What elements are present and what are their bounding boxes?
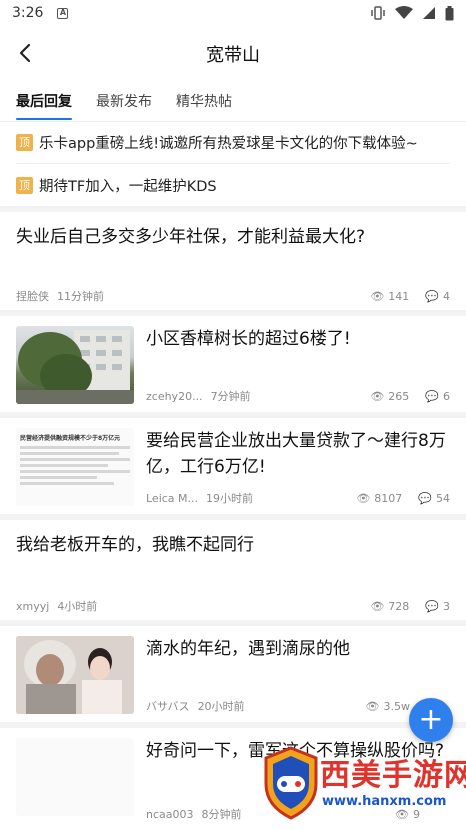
tab-featured[interactable]: 精华热帖 <box>176 82 232 122</box>
post-item[interactable]: 民营经济提供融资规模不少于8万亿元 要给民营企业放出大量贷款了～建行8万亿，工行… <box>0 418 466 520</box>
post-title: 滴水的年纪，遇到滴尿的他 <box>146 639 350 659</box>
pin-badge: 顶 <box>16 134 33 151</box>
tab-bar: 最后回复 最新发布 精华热帖 <box>0 82 466 122</box>
pin-badge: 顶 <box>16 176 33 194</box>
post-author: ncaa003 <box>146 807 194 821</box>
comment-count: 3 <box>443 599 450 613</box>
site-watermark: 西美手游网 www.hanxm.com <box>262 742 466 828</box>
status-time: 3:26 <box>12 5 44 21</box>
compose-button[interactable]: + <box>409 698 453 742</box>
post-time: 4小时前 <box>57 600 98 613</box>
post-thumbnail <box>16 326 134 404</box>
pinned-item[interactable]: 顶 期待TF加入，一起维护KDS <box>16 164 450 206</box>
post-item[interactable]: 滴水的年纪，遇到滴尿的他 バサバス 20小时前 👁 3.5w <box>0 626 466 728</box>
post-meta: 捏脸侠 11分钟前 👁 141 💬 4 <box>16 288 450 304</box>
eye-icon: 👁 <box>370 389 385 403</box>
post-meta: xmyyj 4小时前 👁 728 💬 3 <box>16 598 450 614</box>
post-time: 20小时前 <box>197 700 245 713</box>
post-title: 失业后自己多交多少年社保，才能利益最大化? <box>16 227 366 247</box>
pinned-list: 顶 乐卡app重磅上线!诚邀所有热爱球星卡文化的你下载体验~ 顶 期待TF加入，… <box>0 122 466 206</box>
eye-icon: 👁 <box>365 699 380 713</box>
eye-icon: 👁 <box>356 491 371 505</box>
eye-icon: 👁 <box>370 289 385 303</box>
post-item[interactable]: 失业后自己多交多少年社保，才能利益最大化? 捏脸侠 11分钟前 👁 141 💬 4 <box>0 212 466 316</box>
status-bar: 3:26 A <box>0 0 466 26</box>
comment-count: 6 <box>443 389 450 403</box>
comment-icon: 💬 <box>418 491 432 505</box>
page-title: 宽带山 <box>206 45 260 66</box>
post-meta: zcehy20... 7分钟前 👁 265 💬 6 <box>146 388 450 404</box>
post-time: 7分钟前 <box>210 390 251 403</box>
back-button[interactable] <box>10 38 40 68</box>
signal-icon <box>423 7 435 19</box>
post-author: xmyyj <box>16 599 50 613</box>
pinned-item[interactable]: 顶 乐卡app重磅上线!诚邀所有热爱球星卡文化的你下载体验~ <box>16 122 450 164</box>
chevron-left-icon <box>19 43 31 63</box>
battery-icon <box>445 5 454 20</box>
comment-icon: 💬 <box>425 289 439 303</box>
view-count: 8107 <box>374 491 403 505</box>
post-thumbnail <box>16 738 134 816</box>
pinned-text: 期待TF加入，一起维护KDS <box>39 178 217 195</box>
tab-newest[interactable]: 最新发布 <box>96 82 152 122</box>
sim-icon: A <box>57 7 69 19</box>
watermark-url: www.hanxm.com <box>322 794 447 809</box>
post-time: 11分钟前 <box>57 290 104 303</box>
app-header: 宽带山 <box>0 26 466 82</box>
post-time: 8分钟前 <box>201 808 242 821</box>
comment-count: 54 <box>436 491 450 505</box>
post-author: バサバス <box>146 700 190 713</box>
view-count: 265 <box>388 389 410 403</box>
post-title: 我给老板开车的，我瞧不起同行 <box>16 535 254 555</box>
post-thumbnail <box>16 636 134 714</box>
comment-icon: 💬 <box>425 389 439 403</box>
post-item[interactable]: 小区香樟树长的超过6楼了! zcehy20... 7分钟前 👁 265 💬 6 <box>0 316 466 418</box>
view-count: 728 <box>388 599 410 613</box>
view-count: 141 <box>388 289 410 303</box>
comment-icon: 💬 <box>425 599 439 613</box>
view-count: 3.5w <box>383 699 411 713</box>
post-author: zcehy20... <box>146 389 203 403</box>
post-meta: Leica M... 19小时前 👁 8107 💬 54 <box>146 490 450 506</box>
post-meta: バサバス 20小时前 👁 3.5w <box>146 698 450 714</box>
post-item[interactable]: 我给老板开车的，我瞧不起同行 xmyyj 4小时前 👁 728 💬 3 <box>0 520 466 626</box>
watermark-text: 西美手游网 <box>320 758 466 793</box>
post-title: 小区香樟树长的超过6楼了! <box>146 329 351 349</box>
post-author: 捏脸侠 <box>16 290 49 303</box>
eye-icon: 👁 <box>370 599 385 613</box>
vibrate-icon <box>371 6 385 20</box>
gamepad-shield-icon <box>264 746 318 820</box>
post-thumbnail: 民营经济提供融资规模不少于8万亿元 <box>16 428 134 506</box>
tab-latest-reply[interactable]: 最后回复 <box>16 82 72 122</box>
post-time: 19小时前 <box>206 492 254 505</box>
pinned-text: 乐卡app重磅上线!诚邀所有热爱球星卡文化的你下载体验~ <box>39 136 418 152</box>
post-title: 要给民营企业放出大量贷款了～建行8万亿，工行6万亿! <box>146 431 446 477</box>
thumbnail-caption: 民营经济提供融资规模不少于8万亿元 <box>20 435 121 442</box>
comment-count: 4 <box>443 289 450 303</box>
wifi-icon <box>395 6 413 19</box>
post-author: Leica M... <box>146 491 199 505</box>
